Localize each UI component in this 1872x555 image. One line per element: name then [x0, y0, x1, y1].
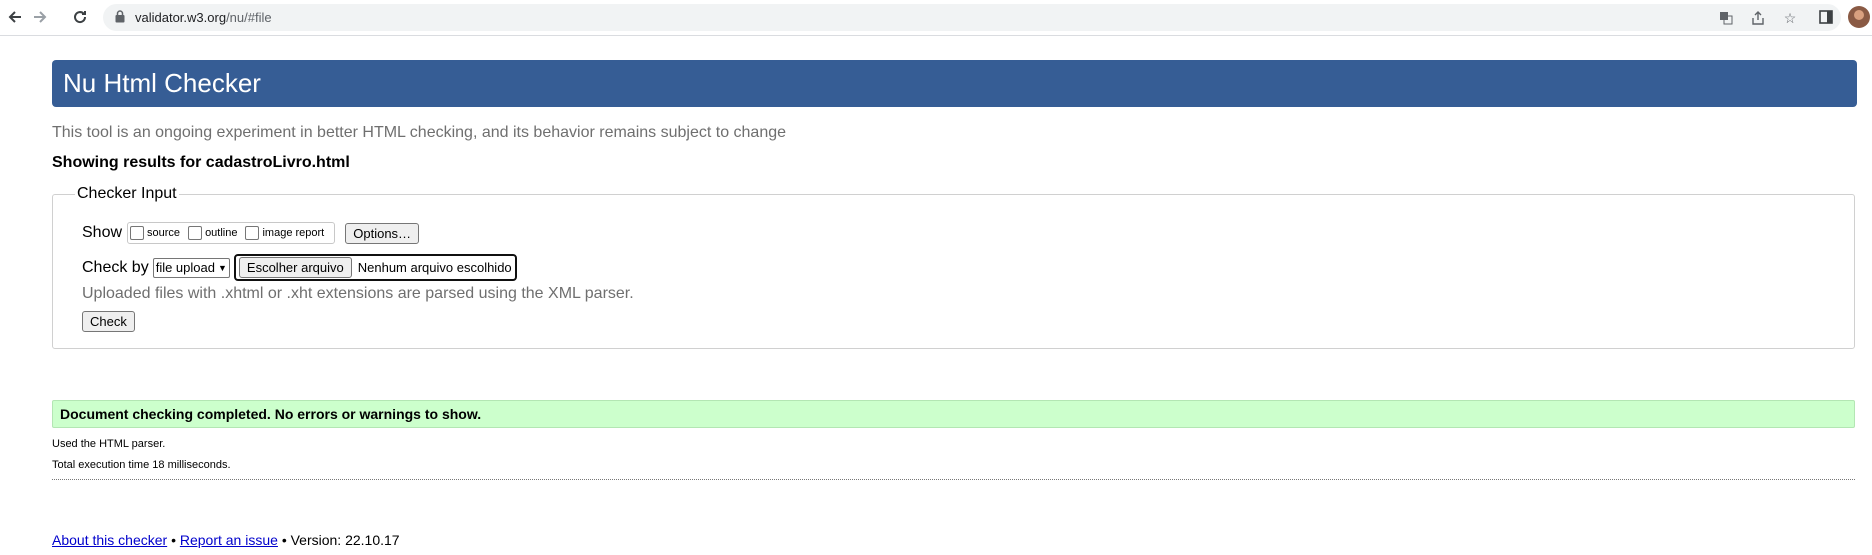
lock-icon: [115, 10, 125, 28]
show-row: Show source outline image report Options…: [82, 222, 420, 244]
address-bar[interactable]: validator.w3.org/nu/#file ☆: [103, 4, 1841, 31]
check-by-select[interactable]: file upload ▼: [152, 257, 230, 278]
report-issue-link[interactable]: Report an issue: [180, 532, 278, 548]
forward-icon[interactable]: [29, 6, 51, 28]
no-file-chosen-label: Nenhum arquivo escolhido: [357, 260, 512, 275]
title-banner: Nu Html Checker: [52, 60, 1857, 107]
checker-input-fieldset: Checker Input Show source outline image …: [52, 185, 1855, 349]
checkbox-box[interactable]: [188, 226, 203, 240]
choose-file-button[interactable]: Escolher arquivo: [238, 257, 352, 278]
checkbox-box[interactable]: [130, 226, 145, 240]
share-icon[interactable]: [1749, 9, 1767, 27]
check-by-label: Check by: [82, 258, 149, 276]
url-text: validator.w3.org/nu/#file: [135, 10, 272, 25]
chevron-down-icon: ▼: [217, 262, 227, 273]
profile-avatar[interactable]: [1848, 6, 1870, 28]
side-panel-icon[interactable]: [1815, 6, 1837, 28]
show-options-group: source outline image report: [127, 222, 336, 244]
options-button[interactable]: Options…: [345, 222, 420, 244]
success-message: Document checking completed. No errors o…: [52, 400, 1855, 428]
checker-input-legend: Checker Input: [75, 185, 179, 203]
back-icon[interactable]: [4, 6, 26, 28]
footer-separator: •: [281, 532, 287, 548]
page-title: Nu Html Checker: [63, 68, 261, 98]
divider: [52, 479, 1855, 480]
translate-icon[interactable]: [1717, 9, 1735, 27]
reload-icon[interactable]: [69, 6, 91, 28]
check-by-row: Check by file upload ▼ Escolher arquivo …: [82, 254, 517, 281]
image-report-checkbox[interactable]: image report: [245, 226, 324, 240]
parser-info: Used the HTML parser.: [52, 438, 166, 450]
page-content: Nu Html Checker This tool is an ongoing …: [52, 60, 1857, 548]
footer-separator: •: [171, 532, 176, 548]
upload-hint: Uploaded files with .xhtml or .xht exten…: [82, 285, 634, 302]
footer: About this checker • Report an issue • V…: [52, 532, 400, 548]
subtitle: This tool is an ongoing experiment in be…: [52, 124, 787, 141]
check-button[interactable]: Check: [82, 311, 135, 332]
results-heading: Showing results for cadastroLivro.html: [52, 154, 350, 171]
version-text: Version: 22.10.17: [290, 532, 400, 548]
bookmark-star-icon[interactable]: ☆: [1781, 9, 1799, 27]
outline-checkbox[interactable]: outline: [188, 226, 237, 240]
source-checkbox[interactable]: source: [130, 226, 180, 240]
about-link[interactable]: About this checker: [52, 532, 167, 548]
show-label: Show: [82, 224, 123, 241]
execution-time-info: Total execution time 18 milliseconds.: [52, 459, 231, 471]
checkbox-box[interactable]: [245, 226, 260, 240]
file-input[interactable]: Escolher arquivo Nenhum arquivo escolhid…: [233, 254, 517, 281]
browser-toolbar: validator.w3.org/nu/#file ☆: [0, 0, 1872, 36]
